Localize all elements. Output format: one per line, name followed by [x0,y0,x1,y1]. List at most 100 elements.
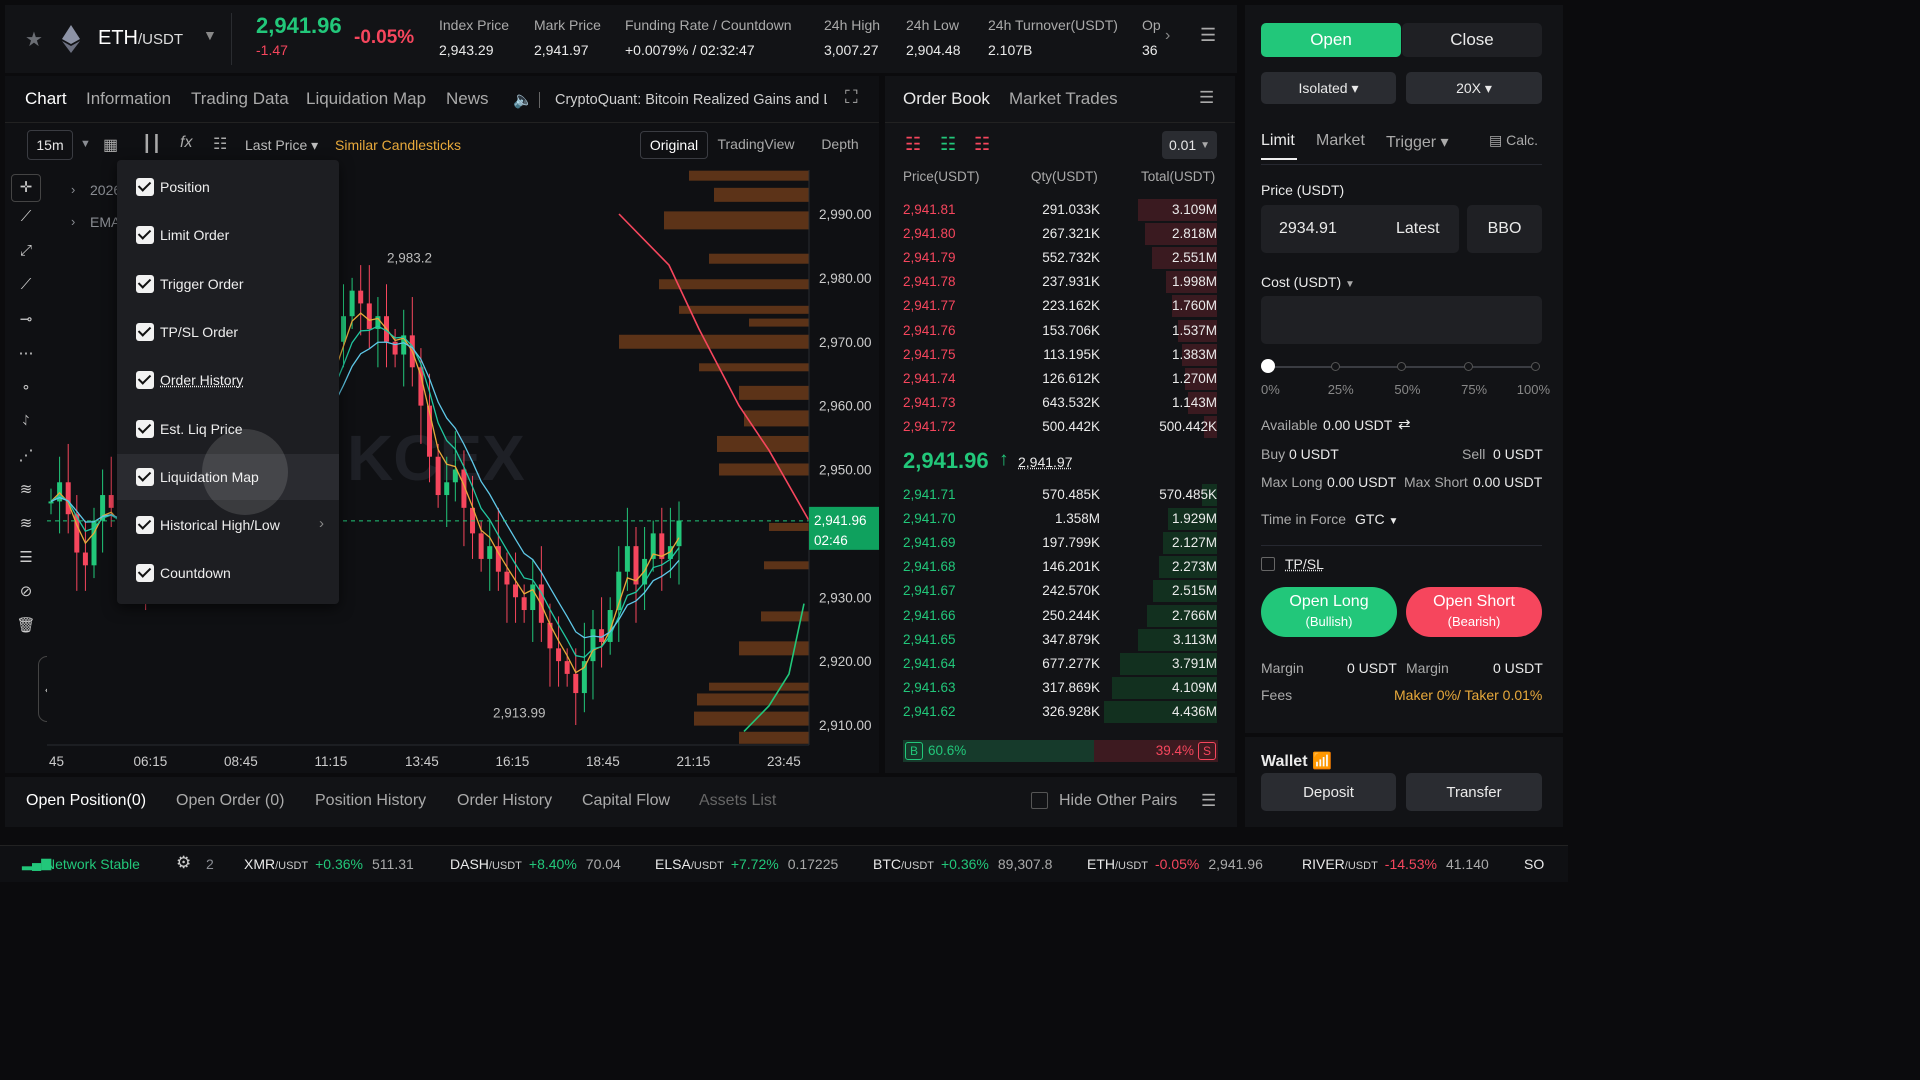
interval-select[interactable]: 15m [27,130,73,160]
tpsl-label[interactable]: TP/SL [1285,556,1324,572]
parallel-channel-icon[interactable]: ⋯ [15,344,37,366]
checkbox-checked-icon[interactable] [136,516,154,535]
hide-drawings-icon[interactable]: ⊘ [15,582,37,604]
tif-select[interactable]: GTC ▼ [1355,511,1398,527]
crosshair-icon[interactable]: ✛ [11,174,41,202]
checkbox-checked-icon[interactable] [136,322,154,341]
tab-chart[interactable]: Chart [25,89,67,109]
orderbook-row[interactable]: 2,941.71 570.485K 570.485K [885,483,1235,507]
order-type-limit[interactable]: Limit [1261,132,1295,150]
trash-icon[interactable]: 🗑 [15,616,37,638]
ticker-item[interactable]: SO [1524,856,1560,872]
orderbook-row[interactable]: 2,941.81 291.033K 3.109M [885,198,1235,222]
tpsl-checkbox[interactable] [1261,557,1275,571]
orderbook-row[interactable]: 2,941.73 643.532K 1.143M [885,391,1235,415]
settings-sliders-icon[interactable]: ☰ [1201,791,1216,811]
orderbook-row[interactable]: 2,941.64 677.277K 3.791M [885,652,1235,676]
menu-item-order-history[interactable]: Order History [117,357,339,403]
orderbook-row[interactable]: 2,941.76 153.706K 1.537M [885,319,1235,343]
latest-button[interactable]: Latest [1396,220,1440,238]
order-type-market[interactable]: Market [1316,132,1365,150]
ticker-item[interactable]: ETH/USDT -0.05% 2,941.96 [1087,856,1263,872]
slider-handle[interactable] [1261,359,1275,373]
sliders-icon[interactable]: ⚙ [176,853,191,873]
price-range-icon[interactable]: ∘ [15,378,37,400]
tab-order-history[interactable]: Order History [457,792,552,810]
transfer-button[interactable]: Transfer [1406,773,1542,811]
candles-icon[interactable]: ┃┃ [142,134,161,154]
tab-liquidation-map[interactable]: Liquidation Map [306,89,426,109]
checkbox-checked-icon[interactable] [136,274,154,293]
tab-assets-list[interactable]: Assets List [699,792,776,810]
margin-mode-select[interactable]: Isolated ▾ [1261,72,1396,104]
view-original[interactable]: Original [640,131,708,159]
price-input[interactable]: 2934.91 Latest [1261,205,1459,253]
bbo-button[interactable]: BBO [1467,205,1542,253]
ticker-item[interactable]: ELSA/USDT +7.72% 0.17225 [655,856,838,872]
hide-other-pairs-checkbox[interactable] [1031,792,1048,809]
orderbook-row[interactable]: 2,941.62 326.928K 4.436M [885,700,1235,724]
measure-icon[interactable]: ⋰ [15,446,37,468]
slider-stop[interactable] [1464,362,1474,371]
extended-line-icon[interactable]: ⟋ [15,276,37,298]
checkbox-checked-icon[interactable] [136,226,154,245]
orderbook-row[interactable]: 2,941.70 1.358M 1.929M [885,507,1235,531]
slider-stop[interactable] [1530,362,1540,371]
indicator-toggle-icon[interactable]: › [71,182,75,197]
fullscreen-icon[interactable]: ⛶ [845,87,858,108]
orderbook-row[interactable]: 2,941.69 197.799K 2.127M [885,531,1235,555]
similar-candlesticks[interactable]: Similar Candlesticks [335,137,461,153]
tab-trading-data[interactable]: Trading Data [191,89,289,109]
settings-sliders-icon[interactable]: ☰ [1199,88,1214,108]
tab-order-book[interactable]: Order Book [903,89,990,109]
layout-both-icon[interactable]: ☷ [905,134,921,155]
calendar-icon[interactable]: ▦ [103,135,118,155]
layout-icon[interactable]: ☷ [213,134,227,154]
chevron-down-icon[interactable]: ▼ [80,138,91,150]
hide-other-pairs-label[interactable]: Hide Other Pairs [1059,792,1177,810]
layout-bids-icon[interactable]: ☷ [940,134,956,155]
tab-open-position-[interactable]: Open Position(0) [26,792,146,810]
tab-market-trades[interactable]: Market Trades [1009,89,1118,109]
layout-asks-icon[interactable]: ☷ [974,134,990,155]
menu-item-tp-sl-order[interactable]: TP/SL Order [117,309,339,355]
cost-label[interactable]: Cost (USDT) ▼ [1261,274,1355,290]
slider-stop[interactable] [1330,362,1340,371]
calculator-button[interactable]: ▤ Calc. [1489,132,1538,149]
orderbook-row[interactable]: 2,941.67 242.570K 2.515M [885,579,1235,603]
tab-open-order-[interactable]: Open Order (0) [176,792,284,810]
menu-item-position[interactable]: Position [117,164,339,210]
speaker-icon[interactable]: 🔈 [513,90,533,110]
chart-bars-icon[interactable]: 📶 [1312,753,1332,770]
order-type-trigger[interactable]: Trigger ▾ [1386,132,1449,152]
view-depth[interactable]: Depth [815,131,865,159]
price-type-select[interactable]: Last Price ▾ [245,137,318,154]
tab-information[interactable]: Information [86,89,171,109]
orderbook-row[interactable]: 2,941.77 223.162K 1.760M [885,294,1235,318]
slider-stop[interactable] [1397,362,1407,371]
deposit-button[interactable]: Deposit [1261,773,1396,811]
pitchfork-icon[interactable]: ≋ [15,514,37,536]
trend-line-icon[interactable]: ⟋ [15,208,37,230]
view-tradingview[interactable]: TradingView [715,131,797,159]
open-long-button[interactable]: Open Long (Bullish) [1261,587,1397,637]
checkbox-checked-icon[interactable] [136,371,154,390]
checkbox-checked-icon[interactable] [136,178,154,196]
menu-item-trigger-order[interactable]: Trigger Order [117,261,339,307]
cost-input[interactable] [1261,296,1542,344]
orderbook-row[interactable]: 2,941.79 552.732K 2.551M [885,246,1235,270]
ray-icon[interactable]: ⤢ [15,242,37,264]
news-ticker[interactable]: CryptoQuant: Bitcoin Realized Gains and … [555,92,827,108]
star-icon[interactable]: ★ [25,27,43,52]
orderbook-row[interactable]: 2,941.72 500.442K 500.442K [885,415,1235,439]
open-short-button[interactable]: Open Short (Bearish) [1406,587,1542,637]
indicator-toggle-icon[interactable]: › [71,214,75,229]
ticker-item[interactable]: BTC/USDT +0.36% 89,307.8 [873,856,1052,872]
tab-position-history[interactable]: Position History [315,792,426,810]
chevron-down-icon[interactable]: ▼ [203,27,217,43]
function-icon[interactable]: fx [180,134,192,152]
orderbook-row[interactable]: 2,941.66 250.244K 2.766M [885,604,1235,628]
checkbox-checked-icon[interactable] [136,419,154,438]
horizontal-line-icon[interactable]: ⊸ [15,310,37,332]
orderbook-row[interactable]: 2,941.75 113.195K 1.383M [885,343,1235,367]
